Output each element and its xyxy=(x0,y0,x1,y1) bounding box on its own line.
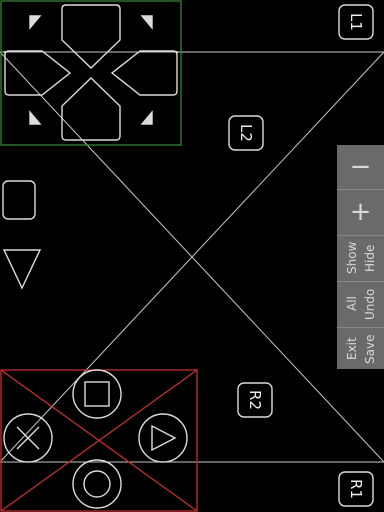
side-menu: − + Show Hide All Undo Exit Save xyxy=(337,145,384,369)
save-label: Save xyxy=(363,334,377,364)
select-icon[interactable] xyxy=(2,180,36,220)
r1-button[interactable]: R1 xyxy=(338,471,374,507)
l1-label: L1 xyxy=(347,13,365,31)
dpad-upleft-arrow[interactable] xyxy=(29,15,42,30)
controller-layout-editor: L1 L2 R2 R1 − + Show Hide All Undo Exit … xyxy=(0,0,384,512)
r2-label: R2 xyxy=(246,390,264,410)
circle-icon[interactable] xyxy=(72,459,122,509)
dpad-downleft-arrow[interactable] xyxy=(29,110,42,125)
zoom-in-button[interactable]: + xyxy=(337,190,384,234)
undo-label: Undo xyxy=(363,288,377,320)
show-all-label: Show xyxy=(345,241,359,275)
cross-icon[interactable] xyxy=(3,413,53,463)
r1-label: R1 xyxy=(347,479,365,499)
exit-label: Exit xyxy=(345,337,359,361)
zoom-out-button[interactable]: − xyxy=(337,145,384,189)
dpad-downright-arrow[interactable] xyxy=(140,110,153,125)
start-icon[interactable] xyxy=(2,249,42,290)
all-label: All xyxy=(345,296,359,312)
hide-show-all-button[interactable]: Show Hide xyxy=(337,236,384,280)
l2-label: L2 xyxy=(237,124,255,142)
triangle-icon[interactable] xyxy=(138,413,188,463)
controller-overlay: L1 L2 R2 R1 xyxy=(0,0,384,512)
l2-button[interactable]: L2 xyxy=(228,115,264,151)
undo-button[interactable]: All Undo xyxy=(337,282,384,326)
dpad-icon[interactable] xyxy=(4,4,178,141)
save-exit-button[interactable]: Exit Save xyxy=(337,328,384,369)
dpad-up[interactable] xyxy=(61,4,121,69)
dpad-frame xyxy=(0,0,182,146)
dpad-right[interactable] xyxy=(110,50,178,96)
l1-button[interactable]: L1 xyxy=(338,4,374,40)
dpad-down[interactable] xyxy=(61,77,121,141)
dpad-left[interactable] xyxy=(4,50,72,96)
r2-button[interactable]: R2 xyxy=(237,382,273,418)
square-icon[interactable] xyxy=(72,369,122,419)
dpad-upright-arrow[interactable] xyxy=(140,15,153,30)
hide-label: Hide xyxy=(363,244,377,272)
